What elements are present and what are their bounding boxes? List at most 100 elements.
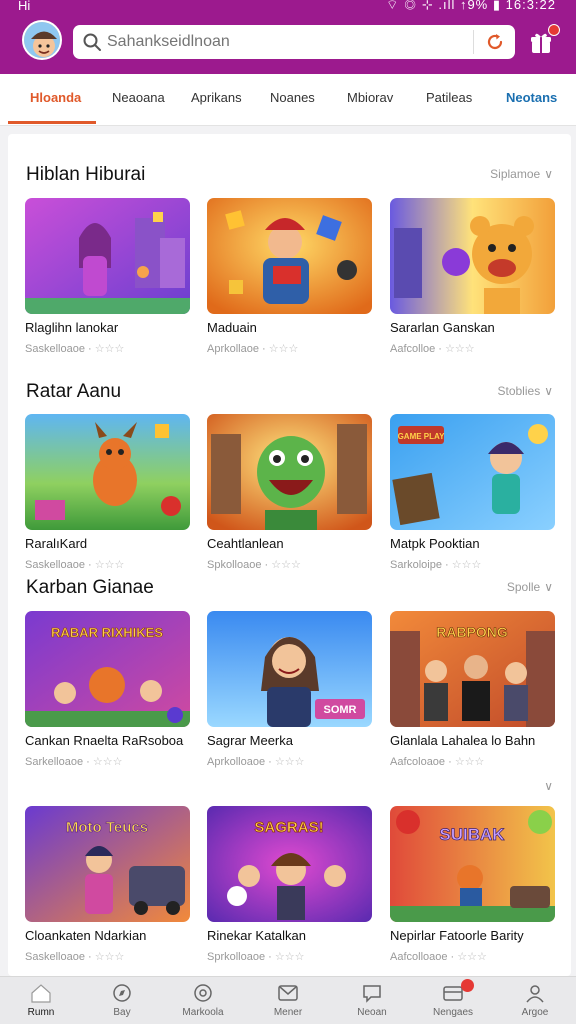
section-title: Ratar Aanu [26, 381, 122, 402]
status-right-indicators: ⌔ ◎ ⊹ .ıll ↑9% ▮ 16:3:22 [386, 0, 556, 12]
section-more-label: Siplamoe [490, 167, 541, 181]
rating-stars-icon: ☆☆☆ [92, 756, 123, 768]
tab-3[interactable]: Noanes [270, 90, 315, 105]
tab-1[interactable]: Neaoana [112, 90, 165, 105]
nav-label: Rumn [27, 1007, 55, 1018]
avatar[interactable] [22, 20, 62, 60]
rating-stars-icon: ☆☆☆ [274, 756, 305, 768]
game-meta-text: Aprkollaoe · [207, 343, 266, 355]
active-tab-indicator [8, 121, 96, 124]
game-meta: Aprkolloaoe · ☆☆☆ [207, 755, 304, 768]
mail-icon [278, 985, 298, 1001]
game-thumbnail: SAGRAS! [207, 806, 372, 922]
nav-item[interactable]: Nengaes [413, 979, 493, 1018]
game-title: Sagrar Meerka [207, 733, 293, 748]
chevron-down-icon: ∨ [544, 384, 553, 398]
rating-stars-icon: ☆☆☆ [271, 559, 301, 571]
game-title: Rinekar Katalkan [207, 928, 306, 943]
game-title: Cloankaten Ndarkian [25, 928, 147, 943]
status-left-text: Hi [18, 0, 31, 13]
nav-label: Bay [113, 1007, 131, 1018]
thumb-text: SAGRAS! [254, 819, 323, 836]
tab-5[interactable]: Patileas [426, 90, 472, 105]
chevron-down-icon[interactable]: ∨ [544, 779, 553, 793]
nav-home[interactable]: Rumn [1, 983, 81, 1018]
game-meta: Spkolloaoe · ☆☆☆ [207, 558, 301, 571]
game-title: Matpk Pooktian [390, 536, 480, 551]
game-thumbnail [207, 198, 372, 314]
game-meta-text: Saskelloaoe · [25, 343, 92, 355]
game-thumbnail: SOMR [207, 611, 372, 727]
nav-label: Neoan [357, 1007, 387, 1018]
notification-button[interactable] [528, 24, 560, 56]
chevron-down-icon: ∨ [544, 580, 553, 594]
section-more-link[interactable]: Spolle ∨ [507, 580, 553, 594]
notification-badge [548, 24, 560, 36]
game-meta: Aprkollaoe · ☆☆☆ [207, 342, 298, 355]
section-more-label: Spolle [506, 580, 541, 594]
game-meta: Aafcoloaoe · ☆☆☆ [390, 755, 484, 768]
game-thumbnail [25, 414, 190, 530]
section-more-link[interactable]: Stoblies ∨ [498, 384, 554, 398]
nav-item[interactable]: Mener [248, 983, 328, 1018]
chat-icon [363, 985, 381, 1003]
rating-stars-icon: ☆☆☆ [94, 343, 125, 355]
tab-0[interactable]: Hloanda [30, 90, 81, 105]
chevron-down-icon: ∨ [544, 167, 553, 181]
game-title: RaralıKard [25, 536, 88, 551]
category-tabs: Hloanda Neaoana Aprikans Noanes Mbiorav … [0, 74, 576, 126]
section-title: Karban Gianae [26, 577, 154, 598]
game-meta-text: Aafcoloaoe · [390, 756, 452, 768]
game-thumbnail [25, 198, 190, 314]
game-meta: Sarkoloipe · ☆☆☆ [390, 558, 481, 571]
refresh-icon[interactable] [485, 32, 505, 52]
search-icon [83, 33, 101, 51]
thumb-text: SUIBAK [439, 825, 505, 844]
tab-6[interactable]: Neotans [506, 90, 557, 105]
nav-label: Mener [273, 1007, 303, 1018]
rating-stars-icon: ☆☆☆ [268, 343, 299, 355]
game-meta: Aafcolloaoe · ☆☆☆ [390, 950, 487, 963]
game-meta-text: Aprkolloaoe · [207, 756, 272, 768]
game-meta: Aafcolloe · ☆☆☆ [390, 342, 475, 355]
thumb-text: GAME PLAY [398, 432, 445, 441]
game-meta: Saskelloaoe · ☆☆☆ [25, 558, 124, 571]
search-input[interactable] [107, 29, 467, 55]
thumb-text: RABAR RIXHIKES [51, 625, 163, 640]
search-divider [473, 30, 474, 54]
search-bar[interactable] [73, 25, 515, 59]
game-meta-text: Sarkelloaoe · [25, 756, 90, 768]
tab-2[interactable]: Aprikans [191, 90, 242, 105]
thumb-text: SOMR [324, 704, 357, 716]
nav-item[interactable]: Neoan [332, 983, 412, 1018]
rating-stars-icon: ☆☆☆ [457, 951, 487, 963]
game-thumbnail: RABAR RIXHIKES [25, 611, 190, 727]
nav-item[interactable]: Argoe [495, 983, 575, 1018]
rating-stars-icon: ☆☆☆ [451, 559, 482, 571]
game-meta: Saskelloaoe · ☆☆☆ [25, 950, 124, 963]
game-meta-text: Spkolloaoe · [207, 559, 269, 571]
game-title: Ceahtlanlean [207, 536, 284, 551]
nav-item[interactable]: Bay [82, 983, 162, 1018]
game-title: Rlaglihn lanokar [25, 320, 119, 335]
game-meta: Sprkolloaoe · ☆☆☆ [207, 950, 304, 963]
section-more-link[interactable]: Siplamoe ∨ [490, 167, 553, 181]
game-meta-text: Saskelloaoe · [25, 951, 92, 963]
game-meta: Sarkelloaoe · ☆☆☆ [25, 755, 122, 768]
game-list: Hiblan Hiburai Siplamoe ∨ Rlaglihn lanoka… [8, 134, 571, 976]
game-title: Sararlan Ganskan [390, 320, 495, 335]
section-more-label: Stoblies [497, 384, 541, 398]
tab-4[interactable]: Mbiorav [347, 90, 393, 105]
game-title: Glanlala Lahalea lo Bahn [390, 733, 536, 748]
game-thumbnail [390, 198, 555, 314]
status-bar: Hi ⌔ ◎ ⊹ .ıll ↑9% ▮ 16:3:22 [0, 0, 576, 14]
rating-stars-icon: ☆☆☆ [445, 343, 475, 355]
game-meta-text: Aafcolloaoe · [390, 951, 455, 963]
nav-label: Argoe [521, 1007, 549, 1018]
nav-item[interactable]: Markoola [163, 983, 243, 1018]
gamepad-icon [194, 984, 212, 1002]
compass-icon [113, 984, 131, 1002]
notification-badge [461, 979, 474, 992]
game-thumbnail: SUIBAK [390, 806, 555, 922]
game-thumbnail: GAME PLAY [390, 414, 555, 530]
